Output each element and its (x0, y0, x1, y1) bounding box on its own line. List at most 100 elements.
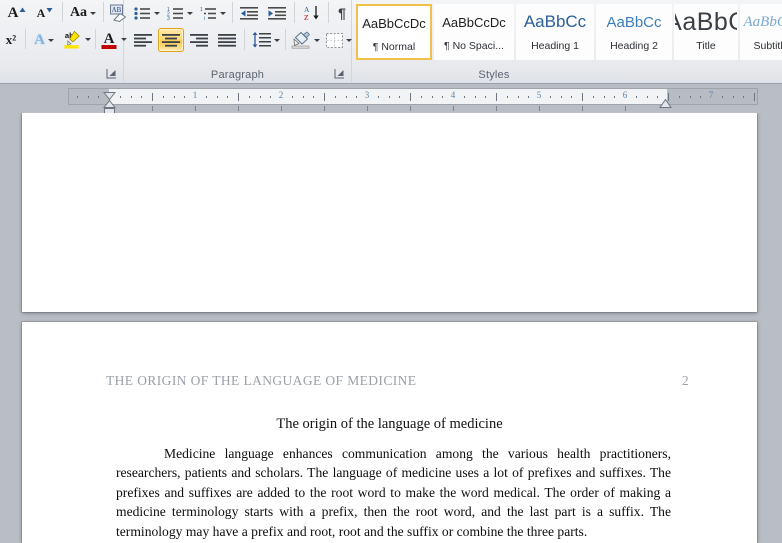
ruler-tab-stop[interactable] (582, 106, 583, 111)
ruler-tick (646, 96, 648, 98)
style-heading-2-label: Heading 2 (610, 40, 658, 52)
style-no-spacing-preview: AaBbCcDc (442, 14, 506, 30)
ruler-tick (517, 96, 519, 98)
ruler-tick (485, 96, 487, 98)
ruler-tab-stop[interactable] (324, 106, 325, 111)
svg-text:i: i (204, 16, 205, 21)
ribbon: A A Aa AB x² A ab A 1 2 3 1 i A Z ¶ Para… (0, 0, 782, 84)
document-title: The origin of the language of medicine (276, 416, 503, 432)
ruler-tab-stop[interactable] (539, 106, 540, 111)
text-effects-glyph: A (34, 31, 45, 48)
pilcrow-glyph: ¶ (338, 5, 346, 21)
style-normal[interactable]: AaBbCcDc ¶ Normal (356, 4, 432, 60)
ruler-tick (635, 96, 637, 98)
ruler-tab-stop[interactable] (625, 106, 626, 111)
style-heading-1[interactable]: AaBbCc Heading 1 (516, 4, 594, 60)
ruler-tick (162, 96, 164, 98)
style-heading-1-preview: AaBbCc (523, 12, 587, 31)
align-right-icon[interactable] (186, 28, 212, 52)
style-no-spacing[interactable]: AaBbCcDc ¶ No Spaci... (434, 4, 514, 60)
paragraph-dialog-launcher[interactable] (334, 68, 345, 79)
ruler-tab-stop[interactable] (152, 106, 153, 111)
style-title-preview: AaBbC (675, 7, 737, 36)
change-case-icon[interactable]: Aa (66, 1, 100, 25)
style-normal-label: ¶ Normal (372, 41, 416, 53)
change-case-glyph: Aa (69, 5, 88, 20)
multilevel-list-glyph: 1 i (200, 7, 216, 21)
ruler-tick (614, 96, 616, 98)
align-left-icon[interactable] (130, 28, 156, 52)
chevron-down-icon (85, 37, 91, 41)
right-indent-marker[interactable] (659, 95, 672, 113)
ruler-tick (743, 96, 745, 98)
page-number: 2 (681, 373, 689, 388)
document-page-2[interactable]: THE ORIGIN OF THE LANGUAGE OF MEDICINE 2… (22, 322, 757, 543)
text-effects-icon[interactable]: A (29, 28, 59, 52)
ruler-tick (678, 96, 680, 98)
ruler-tick (216, 96, 218, 98)
font-group-divider-2 (103, 2, 104, 22)
ruler-tick (420, 96, 422, 98)
ruler-tick (130, 96, 132, 98)
font-dialog-launcher[interactable] (106, 68, 117, 79)
align-center-icon[interactable] (158, 28, 184, 52)
text-highlight-color-icon[interactable]: ab (62, 27, 92, 51)
chevron-down-icon (154, 11, 160, 15)
ruler-tick (689, 96, 691, 98)
paragraph-divider-2 (294, 2, 295, 23)
numbering-icon[interactable]: 1 2 3 (165, 1, 195, 25)
style-subtitle[interactable]: AaBbCcI Subtitle (740, 4, 782, 60)
ruler-number: 7 (708, 90, 714, 100)
document-canvas[interactable]: THE ORIGIN OF THE LANGUAGE OF MEDICINE 2… (0, 113, 782, 543)
ruler-tick (248, 96, 250, 98)
grow-font-icon[interactable]: A (4, 1, 30, 25)
decrease-indent-icon[interactable] (236, 1, 262, 25)
style-heading-1-label: Heading 1 (531, 40, 579, 52)
font-color-glyph: A (101, 31, 116, 49)
line-spacing-icon[interactable] (249, 28, 281, 52)
multilevel-list-icon[interactable]: 1 i (198, 1, 228, 25)
ribbon-group-font: A A Aa AB x² A ab A (0, 0, 127, 83)
style-no-spacing-label: ¶ No Spaci... (444, 40, 504, 52)
ribbon-group-paragraph: 1 2 3 1 i A Z ¶ Paragraph (124, 0, 352, 83)
document-body-paragraph: Medicine language enhances communication… (116, 446, 671, 539)
dialog-launcher-icon (106, 69, 116, 79)
ruler-tab-stop[interactable] (281, 106, 282, 111)
ruler-tab-stop[interactable] (238, 106, 239, 111)
svg-text:AB: AB (112, 6, 122, 14)
ruler-tab-stop[interactable] (367, 106, 368, 111)
document-running-header: THE ORIGIN OF THE LANGUAGE OF MEDICINE 2 (106, 373, 689, 389)
ruler-tick (313, 96, 315, 98)
shrink-font-icon[interactable]: A (32, 1, 58, 25)
horizontal-ruler[interactable]: 1 2 3 4 5 6 7 (68, 88, 758, 105)
bullets-icon[interactable] (132, 1, 162, 25)
running-header-text: THE ORIGIN OF THE LANGUAGE OF MEDICINE (106, 373, 417, 388)
increase-indent-icon[interactable] (264, 1, 290, 25)
ruler-tick-major (152, 93, 153, 101)
ruler-tab-stop[interactable] (453, 106, 454, 111)
ruler-tab-stop[interactable] (496, 106, 497, 111)
show-formatting-marks-icon[interactable]: ¶ (331, 1, 353, 25)
sort-glyph: A Z (304, 5, 319, 21)
ruler-number: 3 (364, 90, 370, 100)
style-heading-2[interactable]: AaBbCc Heading 2 (596, 4, 672, 60)
font-group-divider-4 (95, 29, 96, 49)
ruler-number: 6 (622, 90, 628, 100)
ruler-tick (334, 96, 336, 98)
ruler-tick (141, 96, 143, 98)
borders-icon[interactable] (324, 28, 354, 52)
document-page-1[interactable] (22, 113, 757, 312)
ruler-tick (270, 96, 272, 98)
justify-icon[interactable] (214, 28, 240, 52)
paragraph-group-label: Paragraph (210, 69, 265, 81)
style-title[interactable]: AaBbC Title (674, 4, 738, 60)
dialog-launcher-icon (334, 69, 344, 79)
sort-icon[interactable]: A Z (299, 1, 325, 25)
ruler-tab-stop[interactable] (410, 106, 411, 111)
justify-glyph (218, 33, 236, 47)
ruler-tick-major (582, 93, 583, 101)
ruler-tick (442, 96, 444, 98)
shading-icon[interactable] (289, 28, 321, 52)
superscript-icon[interactable]: x² (0, 28, 22, 52)
ruler-tab-stop[interactable] (195, 106, 196, 111)
